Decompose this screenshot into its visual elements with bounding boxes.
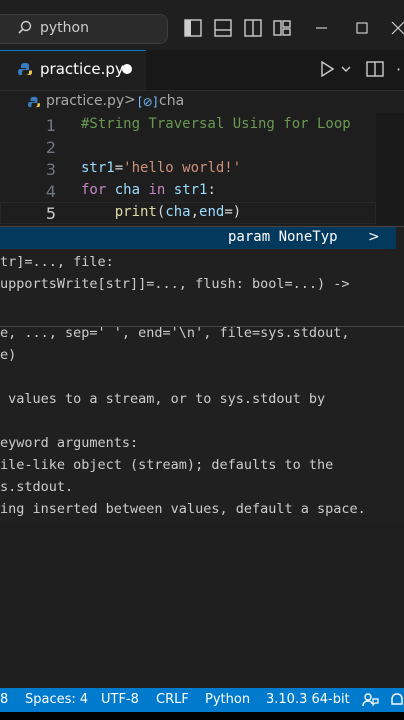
python-interpreter[interactable]: 3.10.3 64-bit — [266, 692, 350, 707]
customize-layout-icon[interactable] — [272, 18, 292, 38]
tab-label: practice.py — [40, 60, 124, 78]
doc-text: ile-like object (stream); defaults to th… — [0, 457, 334, 473]
split-editor-icon[interactable] — [366, 60, 384, 78]
search-text: python — [40, 20, 89, 36]
signature-text: e) — [0, 347, 17, 363]
more-actions-icon[interactable]: · — [396, 60, 401, 79]
doc-text: eyword arguments: — [0, 435, 139, 451]
line-number: 4 — [45, 182, 56, 201]
breadcrumb-separator: > — [124, 92, 136, 108]
breadcrumb-file[interactable]: practice.py — [46, 93, 124, 109]
signature-help-title: param NoneTyp — [228, 229, 338, 245]
toggle-panel-icon[interactable] — [213, 18, 233, 38]
search-icon — [18, 20, 32, 34]
maximize-icon[interactable] — [352, 18, 372, 38]
chevron-right-icon[interactable]: > — [368, 229, 380, 245]
toggle-secondary-sidebar-icon[interactable] — [243, 18, 263, 38]
window-bottom-edge — [0, 712, 404, 720]
indentation-setting[interactable]: Spaces: 4 — [25, 692, 88, 707]
code-line[interactable]: str1='hello world!' — [81, 160, 241, 176]
cursor-position[interactable]: 8 — [0, 692, 8, 707]
toggle-primary-sidebar-icon[interactable] — [183, 18, 203, 38]
line-number: 5 — [45, 204, 56, 223]
chevron-down-icon[interactable] — [340, 64, 352, 74]
minimize-icon[interactable] — [312, 18, 332, 38]
close-window-icon[interactable] — [388, 18, 404, 38]
notifications-bell-icon[interactable] — [390, 691, 404, 709]
breadcrumb-symbol[interactable]: cha — [159, 93, 184, 109]
doc-text: values to a stream, or to sys.stdout by — [0, 391, 326, 407]
signature-text: tr]=..., file: — [0, 254, 114, 270]
python-file-icon — [18, 63, 32, 75]
code-line[interactable]: #String Traversal Using for Loop — [81, 116, 351, 132]
feedback-icon[interactable] — [361, 691, 379, 709]
line-number: 1 — [45, 116, 56, 135]
signature-text: e, ..., sep=' ', end='\n', file=sys.stdo… — [0, 325, 350, 341]
doc-text: ing inserted between values, default a s… — [0, 501, 366, 517]
signature-help-popup — [0, 226, 404, 521]
run-icon[interactable] — [320, 61, 334, 77]
line-number: 2 — [45, 138, 56, 157]
line-number: 3 — [45, 160, 56, 179]
language-mode[interactable]: Python — [205, 692, 250, 707]
code-line[interactable]: print(cha,end=) — [81, 204, 241, 220]
doc-text: s.stdout. — [0, 479, 74, 495]
unsaved-dot-icon[interactable] — [122, 64, 132, 74]
code-line[interactable]: for cha in str1: — [81, 182, 216, 198]
eol-setting[interactable]: CRLF — [156, 692, 189, 707]
variable-symbol-icon: [⊘] — [138, 95, 158, 109]
signature-text: upportsWrite[str]]=..., flush: bool=...)… — [0, 276, 350, 292]
python-file-icon — [28, 96, 40, 108]
minimap[interactable] — [376, 113, 404, 227]
encoding-setting[interactable]: UTF-8 — [101, 692, 139, 707]
